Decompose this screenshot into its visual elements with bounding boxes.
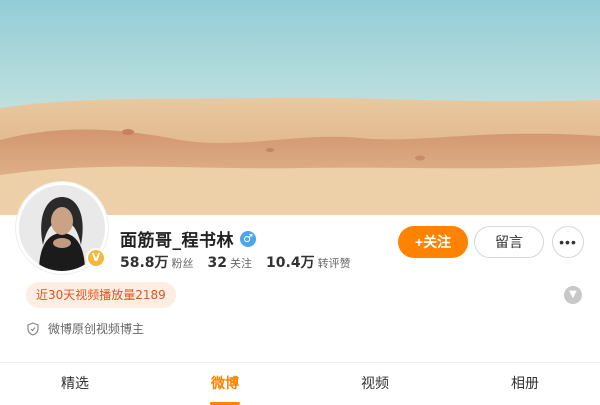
profile-name-row: 面筋哥_程书林 ♂ bbox=[120, 226, 256, 251]
cover-banner bbox=[0, 0, 600, 215]
stat-following[interactable]: 32 关注 bbox=[208, 255, 252, 271]
description-text: 微博原创视频博主 bbox=[48, 322, 145, 336]
profile-description: 微博原创视频博主 bbox=[26, 320, 144, 337]
profile-tabs: 精选 微博 视频 相册 bbox=[0, 363, 600, 405]
video-play-count-badge: 近30天视频播放量2189 bbox=[26, 282, 176, 308]
follow-button[interactable]: +关注 bbox=[398, 226, 468, 258]
stat-interactions: 10.4万 转评赞 bbox=[266, 252, 351, 272]
profile-stats: 58.8万 粉丝 32 关注 10.4万 转评赞 bbox=[120, 252, 365, 272]
male-icon: ♂ bbox=[240, 230, 256, 247]
tab-album[interactable]: 相册 bbox=[450, 363, 600, 405]
stat-value: 10.4万 bbox=[266, 255, 315, 271]
stat-label: 关注 bbox=[230, 257, 253, 270]
stat-label: 粉丝 bbox=[171, 257, 194, 270]
tab-video[interactable]: 视频 bbox=[300, 363, 450, 405]
verified-v-icon: V bbox=[86, 248, 106, 268]
stat-followers[interactable]: 58.8万 粉丝 bbox=[120, 252, 194, 272]
message-button[interactable]: 留言 bbox=[474, 226, 544, 258]
stat-value: 58.8万 bbox=[120, 255, 169, 271]
sand-dune-image bbox=[0, 0, 600, 215]
profile-name: 面筋哥_程书林 bbox=[120, 231, 234, 251]
more-options-button[interactable]: ••• bbox=[552, 226, 584, 258]
chevron-down-icon[interactable]: ▼ bbox=[564, 286, 582, 304]
tab-weibo[interactable]: 微博 bbox=[150, 363, 300, 405]
stat-label: 转评赞 bbox=[317, 257, 351, 270]
tab-featured[interactable]: 精选 bbox=[0, 363, 150, 405]
shield-icon bbox=[27, 321, 39, 336]
stat-value: 32 bbox=[207, 255, 228, 271]
